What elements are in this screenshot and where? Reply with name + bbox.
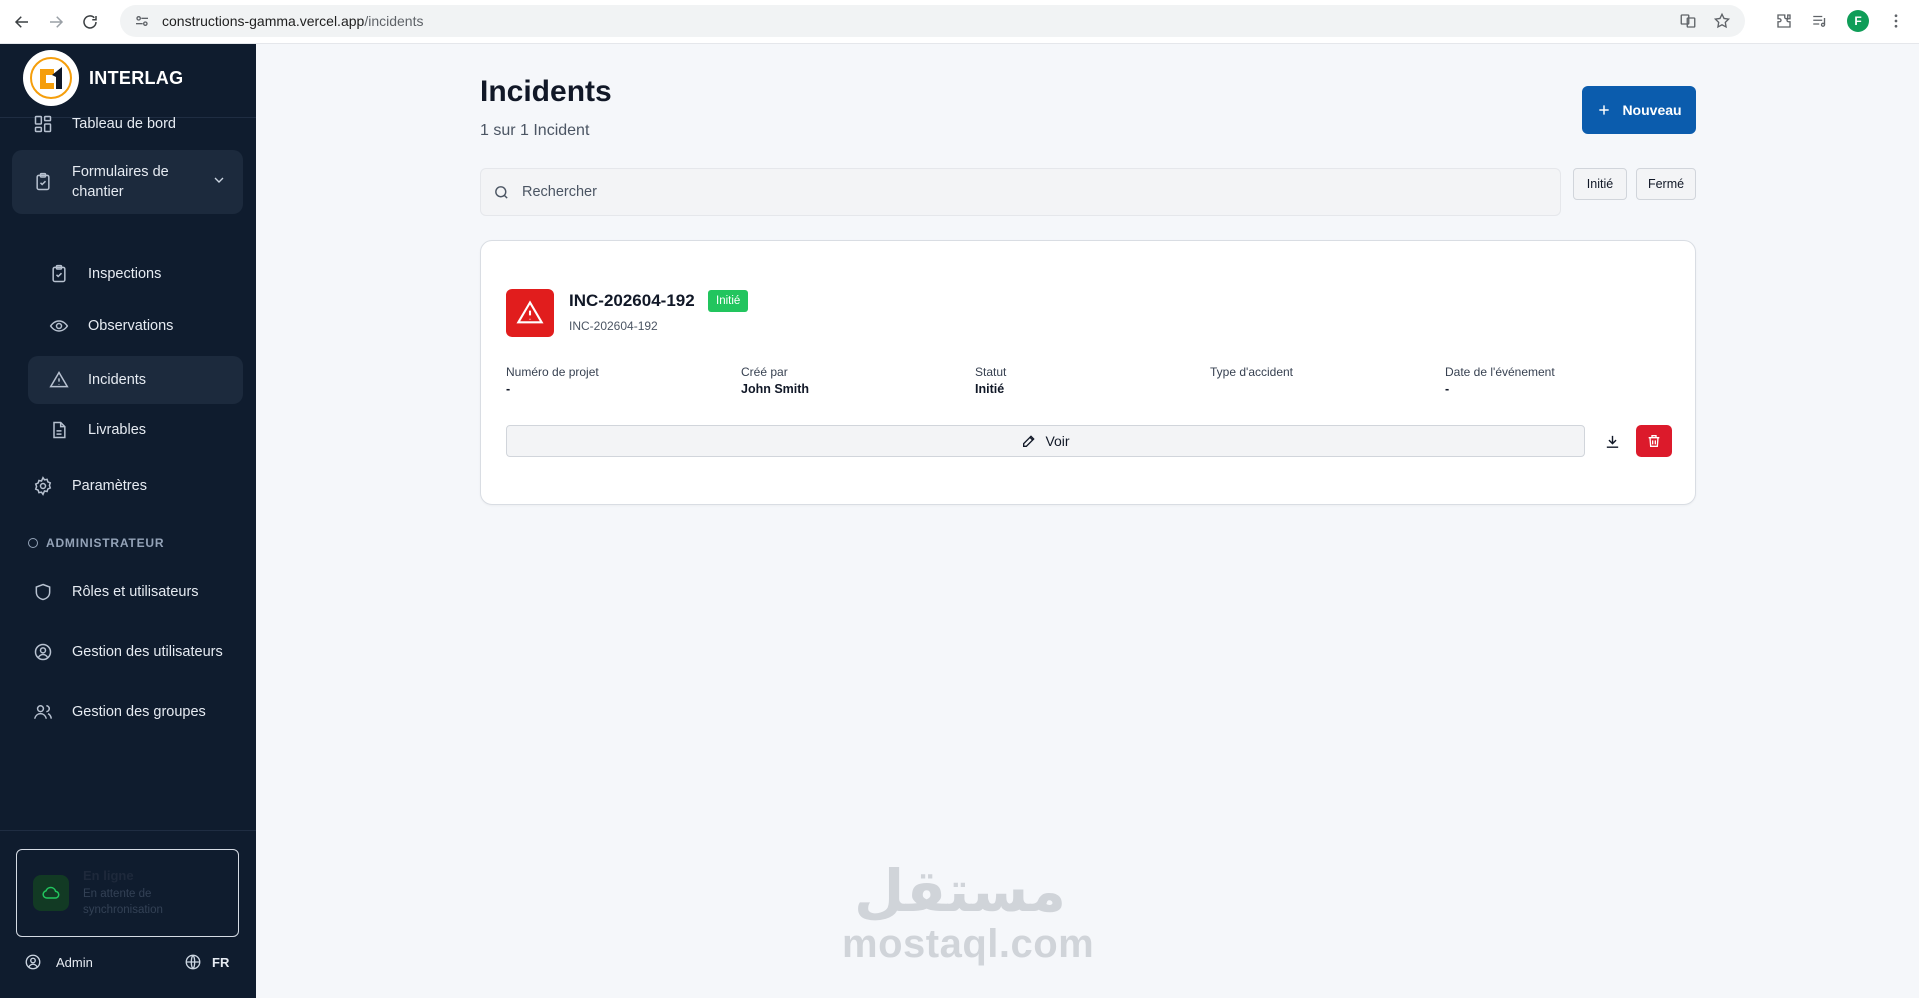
back-icon[interactable]	[10, 10, 34, 34]
site-settings-icon[interactable]	[134, 13, 150, 29]
sidebar-item-deliverables[interactable]: Livrables	[28, 410, 243, 450]
delete-button[interactable]	[1636, 425, 1672, 457]
menu-dots-icon[interactable]	[1887, 12, 1905, 30]
sidebar-item-label: Paramètres	[72, 478, 147, 494]
url-text: constructions-gamma.vercel.app/incidents	[162, 13, 424, 29]
trash-icon	[1648, 435, 1660, 447]
dashboard-icon	[32, 113, 54, 135]
sidebar-item-label: Inspections	[88, 266, 162, 282]
sync-status-title: En ligne	[83, 868, 134, 883]
sidebar-item-label: Livrables	[88, 422, 147, 438]
sidebar-item-label: Incidents	[88, 372, 147, 388]
field-event-date: Date de l'événement -	[1445, 365, 1555, 396]
search-input[interactable]	[522, 184, 1522, 200]
circle-icon	[28, 538, 38, 548]
download-icon[interactable]	[1596, 425, 1628, 457]
users-icon	[32, 701, 54, 723]
user-menu[interactable]: Admin	[24, 953, 93, 971]
sidebar-item-observations[interactable]: Observations	[28, 306, 243, 346]
admin-section-label: ADMINISTRATEUR	[28, 536, 164, 550]
warning-icon	[506, 289, 554, 337]
incident-title: INC-202604-192	[569, 291, 695, 310]
sync-status-subtitle: En attente de synchronisation	[83, 888, 163, 916]
page-title: Incidents	[480, 75, 612, 108]
search-icon	[495, 185, 508, 199]
view-button[interactable]: Voir	[506, 425, 1585, 457]
sidebar-item-site-forms[interactable]: Formulaires de chantier	[12, 150, 243, 214]
profile-avatar[interactable]: F	[1847, 10, 1869, 32]
browser-toolbar: constructions-gamma.vercel.app/incidents…	[0, 0, 1919, 44]
language-label: FR	[212, 954, 230, 970]
sidebar-item-label: Gestion des groupes	[72, 704, 206, 720]
translate-icon[interactable]	[1679, 12, 1697, 30]
sidebar: INTERLAG Tableau de bord Formulaires de …	[0, 44, 256, 998]
incident-code: INC-202604-192	[569, 319, 658, 333]
plus-icon	[1599, 105, 1610, 115]
search-box	[480, 168, 1561, 216]
incident-card: INC-202604-192 Initié INC-202604-192 Num…	[480, 240, 1696, 505]
watermark: مستقل mostaql.com	[842, 857, 1095, 966]
filter-closed-button[interactable]: Fermé	[1636, 168, 1696, 200]
brand-name: INTERLAG	[89, 67, 184, 88]
field-status: Statut Initié	[975, 365, 1007, 396]
watermark-arabic: مستقل	[853, 857, 1067, 925]
reload-icon[interactable]	[78, 10, 102, 34]
sidebar-item-label: Tableau de bord	[72, 116, 176, 132]
user-name: Admin	[56, 954, 93, 970]
sidebar-item-settings[interactable]: Paramètres	[12, 466, 243, 506]
chevron-down-icon[interactable]	[211, 172, 227, 188]
file-icon	[48, 419, 70, 441]
result-count: 1 sur 1 Incident	[480, 122, 590, 139]
field-accident-type: Type d'accident	[1210, 365, 1294, 379]
sidebar-item-dashboard[interactable]: Tableau de bord	[12, 104, 243, 144]
status-badge: Initié	[708, 290, 749, 312]
watermark-latin: mostaql.com	[842, 922, 1095, 966]
shield-icon	[32, 581, 54, 603]
forward-icon[interactable]	[44, 10, 68, 34]
bookmark-star-icon[interactable]	[1713, 12, 1731, 30]
clipboard-check-icon	[48, 263, 70, 285]
user-circle-icon	[32, 641, 54, 663]
sidebar-item-label: Formulaires de chantier	[72, 164, 169, 200]
clipboard-check-icon	[32, 171, 54, 193]
divider	[0, 830, 256, 831]
sidebar-item-incidents[interactable]: Incidents	[28, 356, 243, 404]
pencil-icon	[1023, 435, 1036, 447]
gear-icon	[32, 475, 54, 497]
eye-icon	[48, 315, 70, 337]
sidebar-item-label: Observations	[88, 318, 174, 334]
user-circle-icon	[25, 954, 41, 970]
field-project-number: Numéro de projet -	[506, 365, 599, 396]
sidebar-item-group-management[interactable]: Gestion des groupes	[12, 692, 243, 732]
address-bar[interactable]: constructions-gamma.vercel.app/incidents	[120, 5, 1745, 37]
sidebar-item-user-management[interactable]: Gestion des utilisateurs	[12, 632, 243, 672]
sidebar-item-roles[interactable]: Rôles et utilisateurs	[12, 572, 243, 612]
filter-initiated-button[interactable]: Initié	[1573, 168, 1627, 200]
globe-icon	[185, 954, 201, 970]
warning-icon	[48, 369, 70, 391]
brand[interactable]: INTERLAG	[23, 50, 183, 106]
sidebar-item-label: Rôles et utilisateurs	[72, 584, 199, 600]
field-created-by: Créé par John Smith	[741, 365, 810, 396]
sync-status-card: En ligne En attente de synchronisation	[16, 849, 239, 937]
sidebar-item-inspections[interactable]: Inspections	[28, 254, 243, 294]
media-control-icon[interactable]	[1811, 12, 1829, 30]
cloud-icon	[33, 875, 69, 911]
company-logo	[23, 50, 79, 106]
extensions-icon[interactable]	[1775, 12, 1793, 30]
language-switcher[interactable]: FR	[184, 953, 229, 971]
new-incident-button[interactable]: Nouveau	[1582, 86, 1696, 134]
sidebar-item-label: Gestion des utilisateurs	[72, 644, 223, 660]
